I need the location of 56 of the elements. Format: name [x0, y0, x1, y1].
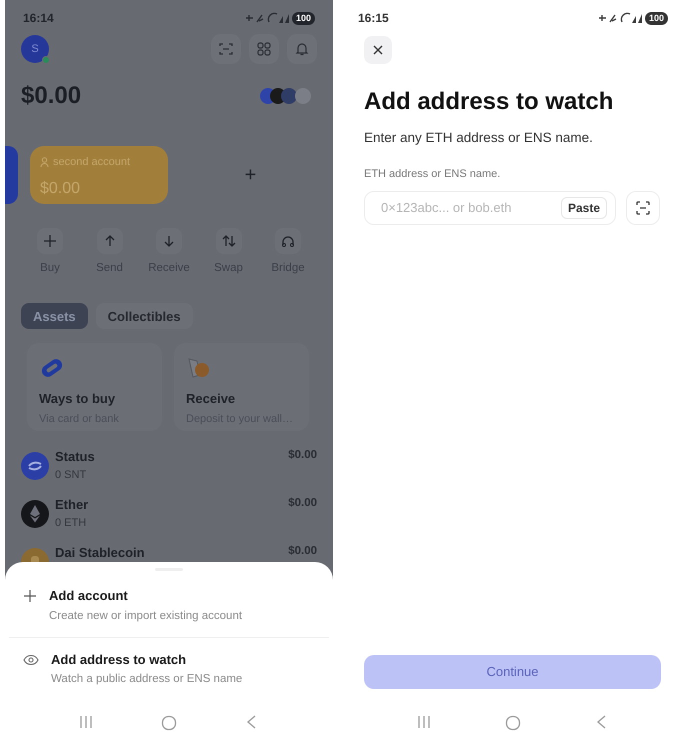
status-icons-drawing — [598, 12, 642, 24]
scan-icon — [218, 41, 234, 57]
action-button[interactable] — [37, 228, 63, 254]
action-button[interactable] — [96, 228, 122, 254]
sheet-menu-item[interactable]: Add address to watch Watch a public address or ENS name — [5, 650, 333, 688]
action-button[interactable] — [275, 228, 301, 254]
swap-arrows-icon — [220, 233, 236, 249]
plus-icon — [23, 589, 37, 603]
apps-button[interactable] — [249, 34, 279, 64]
scan-icon — [635, 200, 651, 216]
tab[interactable]: Collectibles — [96, 303, 193, 330]
sheet-menu-item[interactable]: Add account Create new or import existing account — [5, 586, 333, 625]
home-icon[interactable] — [505, 715, 521, 731]
recent-apps-icon[interactable] — [417, 715, 431, 729]
recent-apps-icon[interactable] — [79, 715, 93, 729]
asset-name[interactable]: Ether — [55, 495, 282, 515]
action-button[interactable] — [216, 228, 242, 254]
add-account-button[interactable]: + — [244, 165, 256, 185]
asset-value: $0.00 — [288, 448, 317, 464]
paste-button[interactable]: Paste — [560, 196, 607, 219]
menu-item-title: Add account — [49, 587, 129, 605]
home-icon[interactable] — [161, 715, 177, 731]
menu-item-subtitle: Create new or import existing account — [49, 608, 242, 624]
status-time: 16:14 — [23, 10, 54, 27]
scan-button[interactable] — [626, 190, 660, 225]
account-card-edge — [5, 146, 18, 204]
ethereum-logo-icon — [21, 500, 49, 528]
asset-value: $0.00 — [288, 544, 317, 560]
person-icon — [40, 157, 49, 168]
asset-name[interactable]: Status — [55, 447, 282, 467]
token-logo-icon — [21, 452, 49, 480]
asset-name[interactable]: Dai Stablecoin — [55, 543, 282, 563]
close-button[interactable] — [364, 36, 392, 64]
bell-icon — [294, 41, 310, 57]
status-time: 16:15 — [358, 10, 389, 27]
total-balance: $0.00 — [21, 81, 82, 111]
page-subtitle: Enter any ETH address or ENS name. — [364, 129, 594, 147]
field-label: ETH address or ENS name. — [364, 167, 502, 182]
avatar[interactable]: S — [21, 35, 49, 63]
plus-icon — [42, 233, 58, 249]
promo-title: Receive — [186, 390, 236, 408]
battery-level: 100 — [292, 12, 315, 24]
battery-level: 100 — [644, 12, 668, 24]
tab[interactable]: Assets — [21, 303, 88, 330]
action-button[interactable] — [156, 228, 182, 254]
eye-icon — [23, 654, 39, 666]
menu-item-subtitle: Watch a public address or ENS name — [51, 672, 242, 688]
address-field[interactable]: 0×123abc... or bob.eth Paste — [364, 190, 616, 225]
promo-title: Ways to buy — [39, 390, 116, 408]
notifications-button[interactable] — [287, 34, 317, 64]
menu-item-title: Add address to watch — [51, 650, 188, 669]
page-title: Add address to watch — [364, 87, 614, 117]
grid-icon — [256, 41, 272, 57]
close-icon — [373, 45, 383, 55]
status-icons-drawing — [244, 12, 289, 24]
asset-value: $0.00 — [288, 496, 317, 512]
